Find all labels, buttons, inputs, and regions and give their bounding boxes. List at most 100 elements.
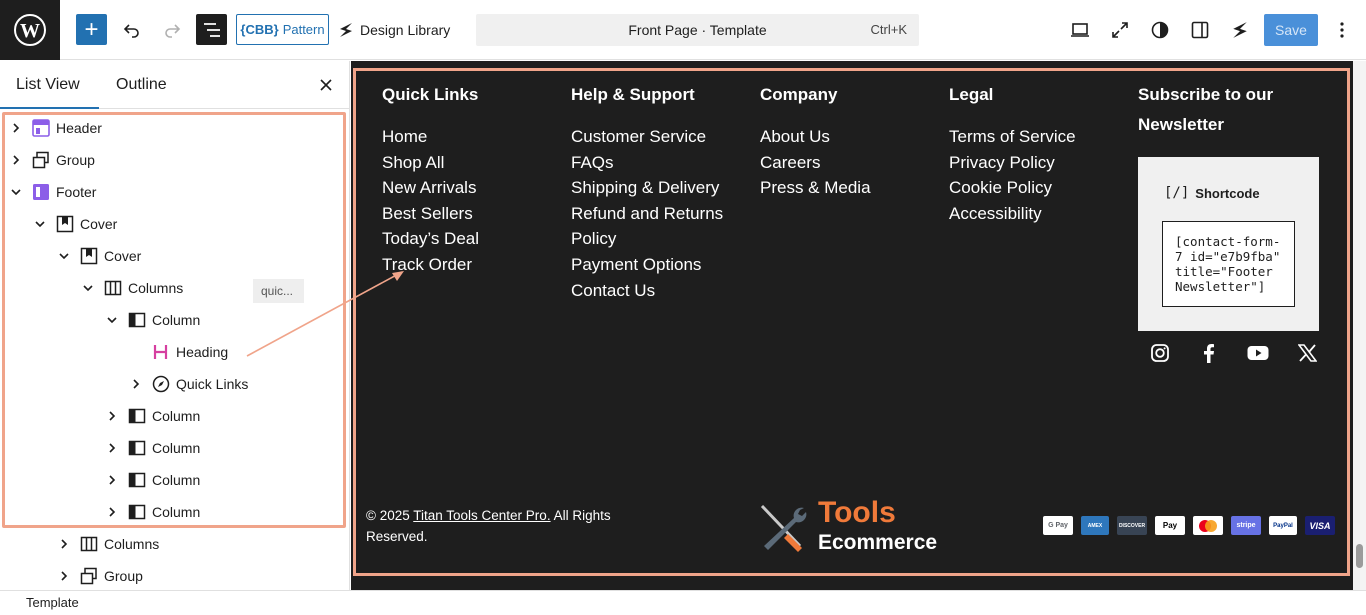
list-item-cover[interactable]: Cover — [32, 208, 117, 240]
list-item-quick-links[interactable]: Quick Links — [128, 368, 248, 400]
shortcode-block[interactable]: [/] Shortcode [contact-form-7 id="e7b9fb… — [1138, 157, 1319, 331]
list-item-label: Heading — [176, 344, 229, 360]
list-item-heading[interactable]: Heading — [128, 336, 228, 368]
chevron-down-icon[interactable] — [80, 280, 96, 296]
list-item-cover[interactable]: Cover — [56, 240, 141, 272]
scrollbar-thumb[interactable] — [1356, 544, 1363, 568]
facebook-icon[interactable] — [1198, 342, 1220, 364]
block-breadcrumb-bar: Template — [0, 590, 1366, 615]
shortcode-textarea[interactable]: [contact-form-7 id="e7b9fba" title="Foot… — [1162, 221, 1295, 307]
list-item-column[interactable]: Column — [104, 304, 200, 336]
discover-icon: DISCOVER — [1117, 516, 1147, 535]
footer-link[interactable]: FAQs — [571, 150, 723, 176]
chevron-right-icon[interactable] — [8, 120, 24, 136]
breadcrumb-template[interactable]: Template — [26, 595, 79, 610]
footer-link[interactable]: Shop All — [382, 150, 479, 176]
footer-link[interactable]: Shipping & Delivery — [571, 175, 723, 201]
command-palette-bar[interactable]: Front Page · Template Ctrl+K — [476, 14, 919, 46]
undo-button[interactable] — [118, 15, 146, 45]
chevron-right-icon[interactable] — [104, 472, 120, 488]
list-item-group[interactable]: Group — [8, 144, 95, 176]
list-item-label: Group — [104, 568, 143, 584]
pattern-button[interactable]: {CBB} Pattern — [236, 14, 329, 45]
chevron-down-icon[interactable] — [104, 312, 120, 328]
stackable-settings-button[interactable] — [1226, 15, 1254, 45]
fullscreen-button[interactable] — [1106, 15, 1134, 45]
tab-outline[interactable]: Outline — [116, 61, 167, 109]
footer-link[interactable]: Cookie Policy — [949, 175, 1076, 201]
youtube-icon[interactable] — [1247, 342, 1269, 364]
options-button[interactable] — [1330, 15, 1354, 45]
footer-column-heading: Subscribe to our — [1138, 85, 1274, 104]
footer-link[interactable]: Customer Service — [571, 124, 723, 150]
footer-link[interactable]: Terms of Service — [949, 124, 1076, 150]
document-overview-button[interactable] — [196, 14, 227, 45]
chevron-right-icon[interactable] — [104, 440, 120, 456]
tab-list-view[interactable]: List View — [0, 61, 99, 109]
list-item-columns[interactable]: Columns — [80, 272, 183, 304]
footer-link[interactable]: Accessibility — [949, 201, 1076, 227]
footer-link[interactable]: New Arrivals — [382, 175, 479, 201]
list-item-columns[interactable]: Columns — [56, 528, 159, 560]
footer-link[interactable]: Today’s Deal — [382, 226, 479, 252]
site-logo[interactable]: Tools Ecommerce — [756, 496, 946, 556]
tools-logo-icon — [760, 504, 807, 552]
list-item-label: Group — [56, 152, 95, 168]
styles-button[interactable] — [1146, 15, 1174, 45]
paypal-icon: PayPal — [1269, 516, 1297, 535]
stripe-icon: stripe — [1231, 516, 1261, 535]
redo-button[interactable] — [158, 15, 186, 45]
add-block-button[interactable]: + — [76, 14, 107, 45]
logo-text-tools: Tools — [818, 496, 896, 529]
canvas-scrollbar[interactable] — [1353, 61, 1366, 590]
chevron-right-icon[interactable] — [128, 376, 144, 392]
footer-link[interactable]: Best Sellers — [382, 201, 479, 227]
copyright-link[interactable]: Titan Tools Center Pro. — [413, 508, 550, 523]
footer-link[interactable]: Press & Media — [760, 175, 871, 201]
wordpress-logo-button[interactable]: W — [0, 0, 60, 60]
close-sidebar-button[interactable] — [315, 74, 337, 96]
footer-link[interactable]: Track Order — [382, 252, 479, 278]
chevron-down-icon[interactable] — [8, 184, 24, 200]
preview-device-button[interactable] — [1066, 15, 1094, 45]
chevron-right-icon[interactable] — [56, 568, 72, 584]
chevron-right-icon[interactable] — [104, 504, 120, 520]
instagram-icon[interactable] — [1149, 342, 1171, 364]
footer-link[interactable]: About Us — [760, 124, 871, 150]
list-item-label: Column — [152, 472, 201, 488]
footer-link[interactable]: Policy — [571, 226, 723, 252]
apple-pay-icon: Pay — [1155, 516, 1185, 535]
list-item-column[interactable]: Column — [104, 496, 200, 528]
list-item-label: Column — [152, 440, 201, 456]
footer-link[interactable]: Refund and Returns — [571, 201, 723, 227]
columns-icon — [80, 535, 98, 553]
settings-sidebar-button[interactable] — [1186, 15, 1214, 45]
footer-column-quick-links: Quick Links Home Shop All New Arrivals B… — [382, 80, 479, 278]
chevron-right-icon[interactable] — [104, 408, 120, 424]
save-button[interactable]: Save — [1264, 14, 1318, 46]
more-vertical-icon — [1340, 22, 1344, 38]
footer-link[interactable]: Privacy Policy — [949, 150, 1076, 176]
list-item-footer[interactable]: Footer — [8, 176, 96, 208]
chevron-right-icon[interactable] — [56, 536, 72, 552]
shortcode-icon: [/] — [1164, 185, 1190, 201]
copyright-text: © 2025 Titan Tools Center Pro. All Right… — [366, 505, 646, 547]
list-item-column[interactable]: Column — [104, 432, 200, 464]
footer-link[interactable]: Payment Options — [571, 252, 723, 278]
svg-text:W: W — [20, 20, 40, 42]
chevron-down-icon[interactable] — [56, 248, 72, 264]
list-item-column[interactable]: Column — [104, 400, 200, 432]
list-item-header[interactable]: Header — [8, 112, 102, 144]
footer-link[interactable]: Contact Us — [571, 278, 723, 304]
footer-link[interactable]: Careers — [760, 150, 871, 176]
footer-link[interactable]: Home — [382, 124, 479, 150]
x-icon[interactable] — [1296, 342, 1318, 364]
chevron-right-icon[interactable] — [8, 152, 24, 168]
sidebar-tabs: List View Outline — [0, 61, 349, 109]
list-item-group[interactable]: Group — [56, 560, 143, 592]
design-library-button[interactable]: Design Library — [338, 14, 450, 45]
mastercard-icon: mastercard — [1193, 516, 1223, 535]
chevron-down-icon[interactable] — [32, 216, 48, 232]
list-item-column[interactable]: Column — [104, 464, 200, 496]
contrast-icon — [1151, 21, 1169, 39]
